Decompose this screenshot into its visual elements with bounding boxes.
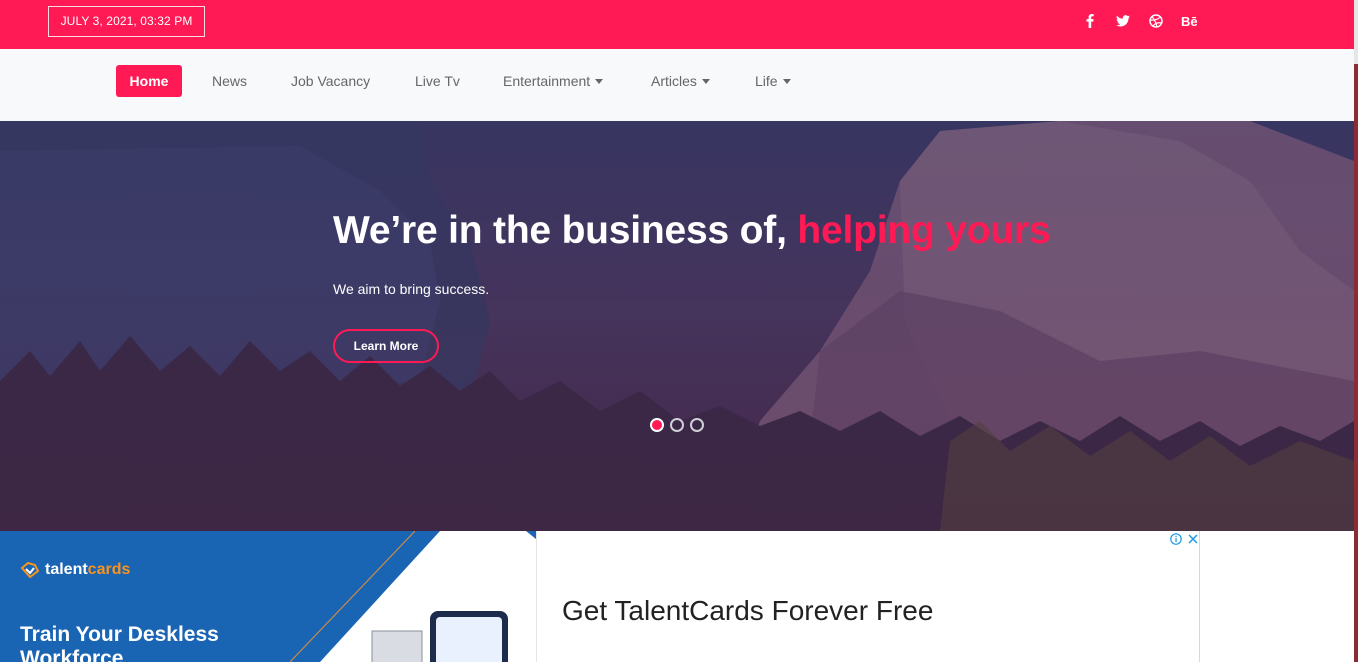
nav-life-label: Life bbox=[755, 73, 778, 89]
nav-news[interactable]: News bbox=[212, 65, 247, 97]
nav-entertainment[interactable]: Entertainment bbox=[503, 65, 604, 97]
slider-dot-1[interactable] bbox=[650, 418, 664, 432]
hero-title: We’re in the business of, helping yours bbox=[333, 209, 1051, 253]
close-icon[interactable] bbox=[1188, 534, 1198, 544]
slider-dot-3[interactable] bbox=[690, 418, 704, 432]
ad-banner-image[interactable]: talent cards Train Your Deskless Workforc… bbox=[0, 531, 536, 662]
hero-title-text: We’re in the business of, bbox=[333, 209, 787, 252]
hero-slider: We’re in the business of, helping yours … bbox=[0, 121, 1354, 531]
adchoices-info-icon[interactable] bbox=[1170, 533, 1182, 545]
learn-more-button[interactable]: Learn More bbox=[333, 329, 439, 363]
date-time-badge: JULY 3, 2021, 03:32 PM bbox=[48, 6, 205, 37]
top-bar: JULY 3, 2021, 03:32 PM Bē bbox=[0, 0, 1354, 49]
ad-controls bbox=[1170, 533, 1198, 545]
hero-overlay bbox=[0, 121, 1354, 531]
main-navbar: Home News Job Vacancy Live Tv Entertainm… bbox=[0, 49, 1354, 121]
nav-entertainment-label: Entertainment bbox=[503, 73, 591, 89]
dribbble-icon[interactable] bbox=[1148, 11, 1163, 31]
chevron-down-icon bbox=[782, 79, 791, 84]
nav-life[interactable]: Life bbox=[755, 65, 791, 97]
logo-cards-text: cards bbox=[87, 561, 131, 578]
ad-text-panel[interactable]: Get TalentCards Forever Free bbox=[536, 531, 1200, 662]
nav-home[interactable]: Home bbox=[116, 65, 182, 97]
nav-job-vacancy[interactable]: Job Vacancy bbox=[291, 65, 370, 97]
nav-articles-label: Articles bbox=[651, 73, 697, 89]
chevron-down-icon bbox=[595, 79, 604, 84]
facebook-icon[interactable] bbox=[1082, 11, 1097, 31]
social-links: Bē bbox=[1082, 11, 1198, 31]
ad-headline: Train Your Deskless Workforce bbox=[20, 623, 219, 662]
ad-cta-text: Get TalentCards Forever Free bbox=[562, 595, 934, 626]
chevron-down-icon bbox=[701, 79, 710, 84]
talentcards-logo: talent cards bbox=[20, 561, 130, 579]
nav-live-tv[interactable]: Live Tv bbox=[415, 65, 460, 97]
nav-articles[interactable]: Articles bbox=[651, 65, 710, 97]
twitter-icon[interactable] bbox=[1115, 11, 1130, 31]
behance-icon[interactable]: Bē bbox=[1181, 11, 1198, 31]
slider-dots bbox=[650, 418, 704, 432]
slider-dot-2[interactable] bbox=[670, 418, 684, 432]
talentcards-logo-icon bbox=[20, 562, 40, 578]
logo-talent-text: talent bbox=[45, 561, 88, 578]
hero-subtitle: We aim to bring success. bbox=[333, 281, 490, 297]
scrollbar-thumb[interactable] bbox=[1354, 64, 1358, 662]
hero-title-accent: helping yours bbox=[797, 209, 1051, 252]
